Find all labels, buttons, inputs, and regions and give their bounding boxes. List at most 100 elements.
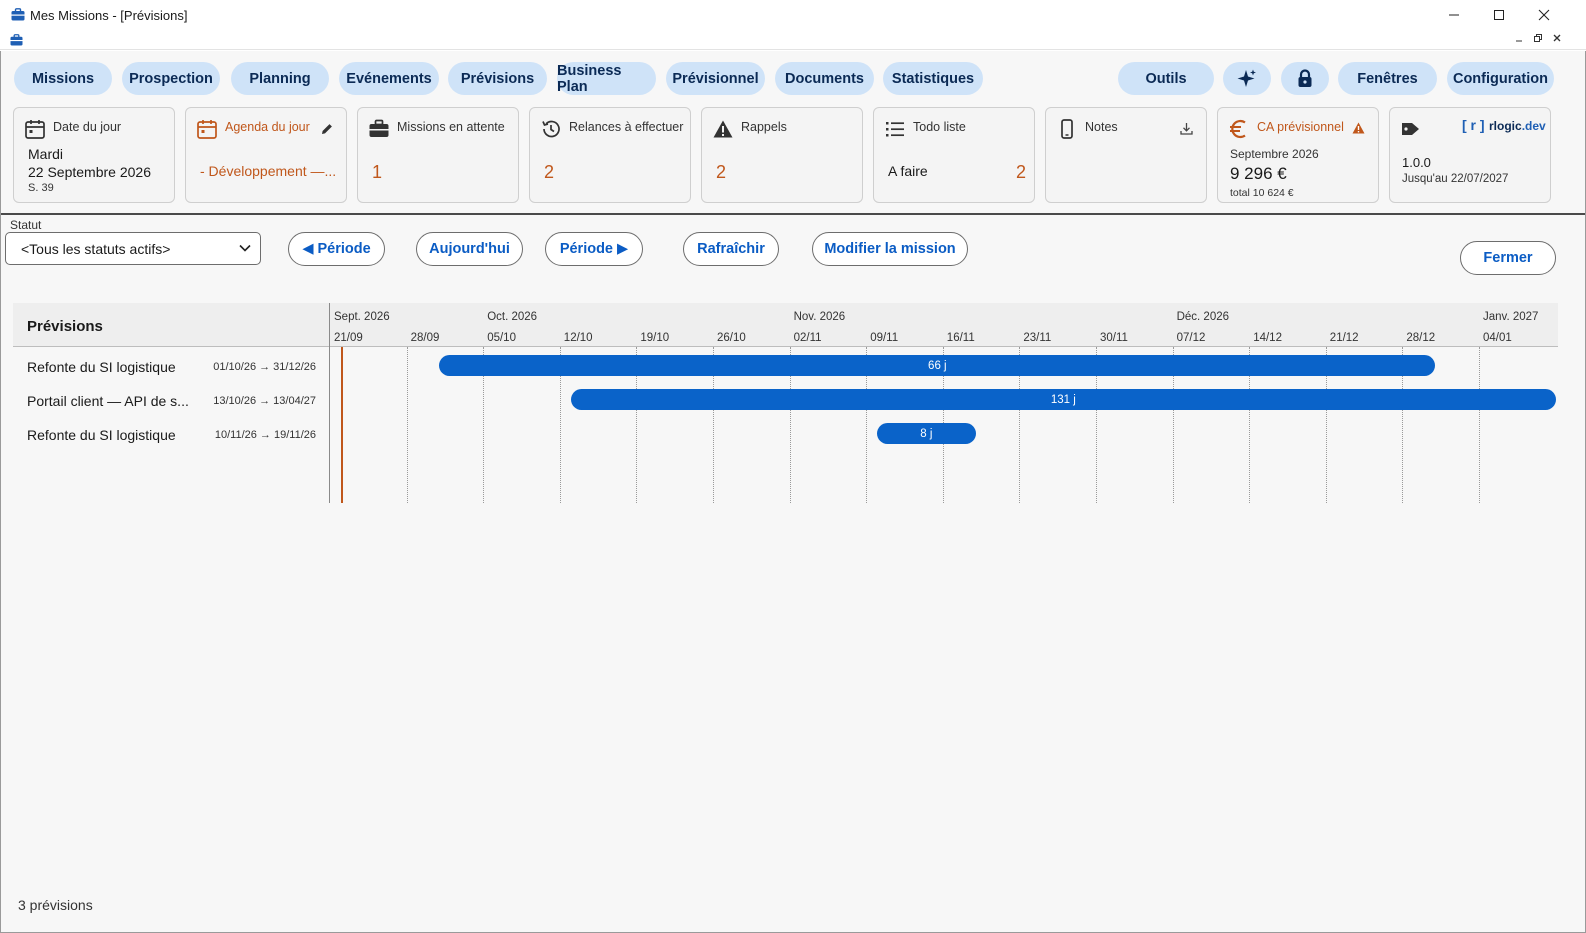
close-window-button[interactable] <box>1526 4 1562 26</box>
mdi-close-button[interactable] <box>1550 33 1564 47</box>
widget-title: Relances à effectuer <box>569 120 684 134</box>
statut-value: <Tous les statuts actifs> <box>21 240 171 257</box>
rlogic-logo: [ r ] rlogic.dev <box>1462 117 1546 135</box>
statut-select[interactable]: <Tous les statuts actifs> <box>5 232 261 265</box>
widget-todo[interactable]: Todo liste A faire 2 <box>873 107 1035 203</box>
refresh-button[interactable]: Rafraîchir <box>683 232 779 266</box>
widget-missions-pending[interactable]: Missions en attente 1 <box>357 107 519 203</box>
nav-planning[interactable]: Planning <box>231 62 329 95</box>
lock-button[interactable] <box>1281 62 1329 95</box>
week-label: 09/11 <box>870 332 899 344</box>
widget-date[interactable]: Date du jour Mardi 22 Septembre 2026 S. … <box>13 107 175 203</box>
previous-period-button[interactable]: ◀ Période <box>288 232 385 266</box>
maximize-button[interactable] <box>1481 4 1517 26</box>
week-label: 14/12 <box>1253 332 1282 344</box>
nav-missions[interactable]: Missions <box>14 62 112 95</box>
week-label: 12/10 <box>563 332 593 344</box>
today-button[interactable]: Aujourd'hui <box>416 232 523 266</box>
main-area: Missions Prospection Planning Evénements… <box>0 51 1586 933</box>
missions-count: 1 <box>372 162 383 182</box>
close-icon <box>1538 9 1550 21</box>
phone-icon <box>1061 119 1073 139</box>
week-number: S. 39 <box>28 182 54 194</box>
nav-fenetres[interactable]: Fenêtres <box>1338 62 1437 95</box>
widget-title: CA prévisionnel <box>1257 120 1344 134</box>
statut-label: Statut <box>10 218 42 232</box>
week-label: 07/12 <box>1176 332 1206 344</box>
row-name[interactable]: Refonte du SI logistique <box>27 359 176 375</box>
logo-name: rlogic <box>1489 119 1522 133</box>
widget-agenda[interactable]: Agenda du jour - Développement —... <box>185 107 347 203</box>
week-label: 02/11 <box>793 332 822 344</box>
week-label: 28/12 <box>1406 332 1436 344</box>
tag-icon <box>1402 123 1419 135</box>
nav-previsions[interactable]: Prévisions <box>448 62 547 95</box>
nav-previsionnel[interactable]: Prévisionnel <box>666 62 765 95</box>
nav-outils[interactable]: Outils <box>1118 62 1214 95</box>
ai-sparkle-button[interactable] <box>1223 62 1271 95</box>
mdi-minimize-button[interactable] <box>1512 33 1526 47</box>
download-icon[interactable] <box>1179 121 1194 136</box>
mdi-restore-button[interactable] <box>1531 33 1545 47</box>
license-until: Jusqu'au 22/07/2027 <box>1402 173 1509 185</box>
gantt-header: Prévisions <box>13 303 1558 347</box>
close-button[interactable]: Fermer <box>1460 241 1556 275</box>
nav-evenements[interactable]: Evénements <box>339 62 439 95</box>
row-name[interactable]: Refonte du SI logistique <box>27 427 176 443</box>
forecast-bar[interactable]: 66 j <box>439 355 1436 376</box>
widget-relances[interactable]: Relances à effectuer 2 <box>529 107 691 203</box>
minimize-button[interactable] <box>1436 4 1472 26</box>
todo-count: 2 <box>1015 162 1026 182</box>
history-icon <box>542 120 560 138</box>
nav-statistiques[interactable]: Statistiques <box>883 62 983 95</box>
month-label: Déc. 2026 <box>1176 311 1230 323</box>
ca-total: total 10 624 € <box>1230 187 1294 199</box>
row-dates: 10/11/26 → 19/11/26 <box>214 429 316 441</box>
row-name[interactable]: Portail client — API de s... <box>27 393 189 409</box>
forecast-bar[interactable]: 8 j <box>877 423 976 444</box>
week-label: 16/11 <box>946 332 975 344</box>
today-marker <box>340 347 343 503</box>
nav-documents[interactable]: Documents <box>775 62 874 95</box>
widget-notes[interactable]: Notes <box>1045 107 1207 203</box>
month-label: Janv. 2027 <box>1483 311 1539 323</box>
nav-prospection[interactable]: Prospection <box>122 62 220 95</box>
widget-title: Agenda du jour <box>225 120 310 134</box>
forecast-bar[interactable]: 131 j <box>570 389 1556 410</box>
title-bar: Mes Missions - [Prévisions] <box>0 0 1586 31</box>
sparkle-icon <box>1237 69 1256 87</box>
warning-icon <box>713 120 733 138</box>
week-label: 19/10 <box>640 332 670 344</box>
widget-title: Missions en attente <box>397 120 505 134</box>
minimize-icon <box>1516 40 1522 42</box>
week-label: 21/09 <box>334 332 363 344</box>
euro-icon <box>1230 119 1246 139</box>
week-label: 04/01 <box>1483 332 1512 344</box>
week-label: 05/10 <box>487 332 516 344</box>
week-label: 21/12 <box>1329 332 1359 344</box>
widget-ca-previsionnel[interactable]: CA prévisionnel Septembre 2026 9 296 € t… <box>1217 107 1379 203</box>
separator <box>1 213 1585 215</box>
widget-title: Notes <box>1085 120 1118 134</box>
widget-rappels[interactable]: Rappels 2 <box>701 107 863 203</box>
widget-title: Todo liste <box>913 120 966 134</box>
full-date: 22 Septembre 2026 <box>28 164 151 180</box>
pencil-icon[interactable] <box>320 122 334 136</box>
next-period-button[interactable]: Période ▶ <box>545 232 643 266</box>
month-label: Sept. 2026 <box>334 311 390 323</box>
nav-business-plan[interactable]: Business Plan <box>557 62 656 95</box>
widget-title: Date du jour <box>53 120 122 134</box>
logo-bracket: [ r ] <box>1462 117 1485 133</box>
widget-license[interactable]: [ r ] rlogic.dev 1.0.0 Jusqu'au 22/07/20… <box>1389 107 1551 203</box>
chevron-down-icon <box>239 244 251 252</box>
footer-count: 3 prévisions <box>18 897 93 913</box>
label-column-divider <box>329 303 330 503</box>
week-gridline <box>1479 347 1480 503</box>
nav-configuration[interactable]: Configuration <box>1447 62 1554 95</box>
rappels-count: 2 <box>716 162 727 182</box>
edit-mission-button[interactable]: Modifier la mission <box>812 232 968 266</box>
day-name: Mardi <box>28 146 64 162</box>
minimize-icon <box>1449 14 1459 16</box>
gantt-chart: Prévisions Sept. 2026 Oct. 2026 Nov. 2026 D… <box>13 303 1558 503</box>
window-title: Mes Missions - [Prévisions] <box>30 8 188 23</box>
